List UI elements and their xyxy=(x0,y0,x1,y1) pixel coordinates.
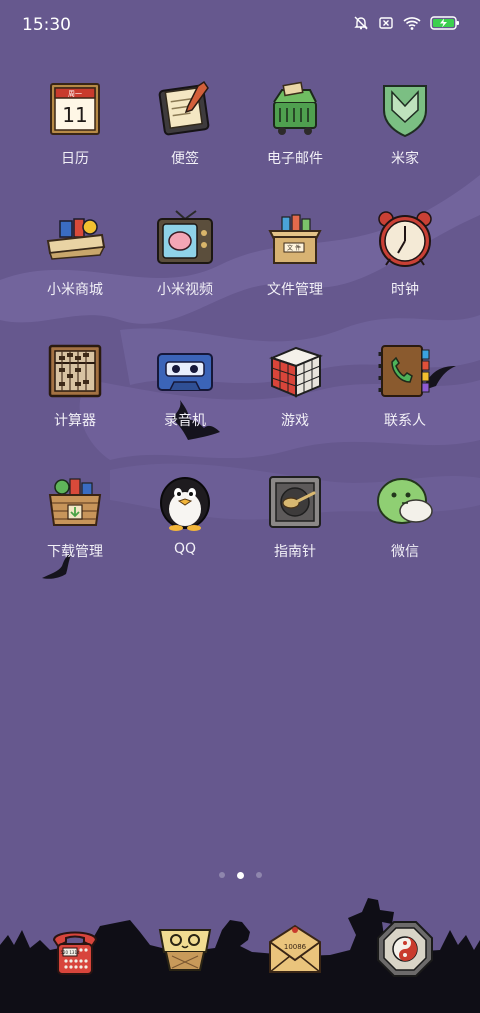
app-label: 计算器 xyxy=(54,413,96,429)
app-compass[interactable]: 指南针 xyxy=(240,465,350,577)
app-contacts[interactable]: 联系人 xyxy=(350,334,460,446)
dock-app-mail[interactable]: 10086 xyxy=(240,912,350,992)
page-dot[interactable] xyxy=(218,872,225,878)
yin-yang-icon xyxy=(377,921,433,977)
dock-app-sms[interactable] xyxy=(130,912,240,992)
contacts-book-icon xyxy=(378,345,430,397)
wechat-blob-icon xyxy=(377,478,433,524)
app-file-manager[interactable]: 文 件 文件管理 xyxy=(240,203,350,315)
app-label: 小米视频 xyxy=(157,282,213,298)
app-email[interactable]: 电子邮件 xyxy=(240,72,350,184)
rubiks-cube-icon xyxy=(269,346,323,398)
dock-app-phone[interactable]: 520 1314 xyxy=(20,912,130,992)
dock: 520 1314 10086 xyxy=(20,912,460,992)
phone-icon: 520 1314 xyxy=(52,931,98,975)
status-icons xyxy=(353,15,460,31)
app-label: 游戏 xyxy=(281,413,309,429)
envelope-text: 10086 xyxy=(284,943,307,951)
app-label: 米家 xyxy=(391,151,419,167)
app-notes[interactable]: 便签 xyxy=(130,72,240,184)
app-label: 电子邮件 xyxy=(267,151,323,167)
qq-penguin-icon xyxy=(160,477,210,531)
app-mi-video[interactable]: 小米视频 xyxy=(130,203,240,315)
compass-spoon-icon xyxy=(269,476,321,528)
app-label: 联系人 xyxy=(384,413,426,429)
file-box-icon: 文 件 xyxy=(268,214,322,264)
app-label: 下载管理 xyxy=(47,544,103,560)
tv-icon xyxy=(157,210,213,264)
mail-cart-icon xyxy=(273,81,317,135)
status-bar: 15:30 xyxy=(0,0,480,52)
mijia-shield-icon xyxy=(383,85,427,138)
app-label: 日历 xyxy=(61,151,89,167)
bell-off-icon xyxy=(353,15,369,31)
calendar-weekday: 周一 xyxy=(68,90,82,98)
calendar-icon: 周一 11 xyxy=(50,83,100,135)
page-dot-active[interactable] xyxy=(236,871,244,879)
cassette-icon xyxy=(157,353,213,391)
app-label: QQ xyxy=(173,541,197,557)
app-calendar[interactable]: 周一 11 日历 xyxy=(20,72,130,184)
file-box-label: 文 件 xyxy=(287,244,301,252)
phone-screen-text: 520 1314 xyxy=(60,950,80,955)
app-label: 小米商城 xyxy=(47,282,103,298)
sms-bowl-icon xyxy=(158,929,212,971)
sim-x-icon xyxy=(378,15,394,31)
app-label: 录音机 xyxy=(164,413,206,429)
battery-charging-icon xyxy=(430,15,460,31)
status-time: 15:30 xyxy=(22,15,71,35)
app-recorder[interactable]: 录音机 xyxy=(130,334,240,446)
download-basket-icon xyxy=(48,478,102,526)
shop-crate-icon xyxy=(46,218,106,260)
app-wechat[interactable]: 微信 xyxy=(350,465,460,577)
abacus-icon xyxy=(48,344,102,398)
app-label: 微信 xyxy=(391,544,419,560)
app-calculator[interactable]: 计算器 xyxy=(20,334,130,446)
app-label: 便签 xyxy=(171,151,199,167)
app-clock[interactable]: 时钟 xyxy=(350,203,460,315)
wifi-icon xyxy=(403,15,421,31)
notes-icon xyxy=(158,80,210,136)
app-qq[interactable]: QQ xyxy=(130,465,240,577)
app-downloads[interactable]: 下载管理 xyxy=(20,465,130,577)
envelope-icon: 10086 xyxy=(269,924,321,973)
alarm-clock-icon xyxy=(378,211,432,267)
app-mijia[interactable]: 米家 xyxy=(350,72,460,184)
app-games[interactable]: 游戏 xyxy=(240,334,350,446)
page-dot[interactable] xyxy=(255,872,262,878)
app-label: 文件管理 xyxy=(267,282,323,298)
app-label: 指南针 xyxy=(274,544,316,560)
calendar-day: 11 xyxy=(62,103,87,127)
app-label: 时钟 xyxy=(391,282,419,298)
page-indicator[interactable] xyxy=(0,871,480,882)
app-mi-store[interactable]: 小米商城 xyxy=(20,203,130,315)
dock-app-settings[interactable] xyxy=(350,912,460,992)
